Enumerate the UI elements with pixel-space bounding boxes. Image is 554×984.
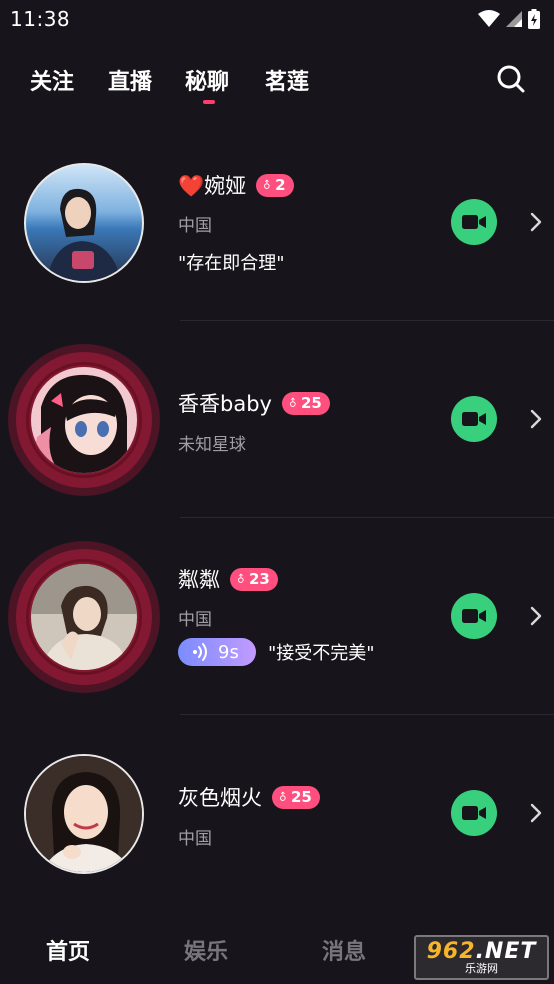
avatar[interactable] bbox=[31, 367, 137, 473]
video-call-button[interactable] bbox=[451, 593, 497, 639]
watermark-sub: 乐游网 bbox=[465, 961, 498, 975]
watermark-suffix: .NET bbox=[475, 938, 537, 964]
chevron-right-icon[interactable] bbox=[528, 408, 544, 430]
watermark-main: 962.NET bbox=[426, 938, 537, 964]
user-location: 中国 bbox=[178, 216, 212, 236]
top-tab-bar: 关注 直播 秘聊 茗莲 bbox=[0, 52, 554, 112]
avatar-photo bbox=[31, 564, 137, 670]
name-row: 粼粼 ♂ 23 bbox=[178, 564, 278, 594]
name-row: ❤️婉娅 ♂ 2 bbox=[178, 170, 294, 200]
voice-row: 9s "接受不完美" bbox=[178, 638, 375, 666]
status-bar: 11:38 bbox=[0, 0, 554, 38]
level-value: 25 bbox=[300, 394, 322, 412]
user-name: 灰色烟火 bbox=[178, 786, 262, 810]
video-camera-icon bbox=[462, 806, 486, 820]
user-location: 未知星球 bbox=[178, 435, 246, 455]
video-camera-icon bbox=[462, 215, 486, 229]
nav-home[interactable]: 首页 bbox=[46, 934, 90, 966]
video-call-button[interactable] bbox=[451, 790, 497, 836]
avatar-live-ring bbox=[8, 344, 160, 496]
watermark-logo: 962.NET 乐游网 bbox=[414, 935, 549, 980]
level-badge: ♂ 23 bbox=[230, 567, 278, 591]
user-name: ❤️婉娅 bbox=[178, 174, 247, 198]
user-name: 香香baby bbox=[178, 392, 272, 416]
gender-icon: ♂ bbox=[234, 571, 249, 587]
chevron-right-icon[interactable] bbox=[528, 802, 544, 824]
tab-minglian[interactable]: 茗莲 bbox=[265, 64, 309, 96]
name-row: 香香baby ♂ 25 bbox=[178, 388, 330, 418]
avatar[interactable] bbox=[24, 163, 144, 283]
search-icon[interactable] bbox=[496, 64, 526, 94]
avatar-photo bbox=[46, 188, 122, 281]
level-value: 2 bbox=[275, 176, 286, 194]
chevron-right-icon[interactable] bbox=[528, 211, 544, 233]
gender-icon: ♂ bbox=[286, 395, 301, 411]
user-signature: "接受不完美" bbox=[268, 643, 375, 664]
divider bbox=[180, 714, 554, 715]
divider bbox=[180, 320, 554, 321]
tab-follow[interactable]: 关注 bbox=[30, 64, 74, 96]
avatar[interactable] bbox=[24, 754, 144, 874]
list-item[interactable]: 灰色烟火 ♂ 25 中国 bbox=[0, 716, 554, 913]
sound-wave-icon bbox=[193, 643, 207, 661]
watermark-number: 962 bbox=[426, 938, 476, 964]
user-location: 中国 bbox=[178, 829, 212, 849]
user-name: 粼粼 bbox=[178, 568, 220, 592]
name-row: 灰色烟火 ♂ 25 bbox=[178, 782, 320, 812]
level-badge: ♂ 25 bbox=[281, 391, 330, 415]
avatar-photo bbox=[26, 756, 142, 872]
voice-duration: 9s bbox=[218, 641, 239, 663]
avatar-wrap bbox=[8, 147, 160, 299]
gender-icon: ♂ bbox=[276, 789, 291, 805]
level-value: 25 bbox=[290, 788, 312, 806]
list-item[interactable]: ❤️婉娅 ♂ 2 中国 "存在即合理" bbox=[0, 125, 554, 322]
list-item[interactable]: 粼粼 ♂ 23 中国 9s "接受不完美" bbox=[0, 519, 554, 716]
battery-charging-icon bbox=[528, 9, 540, 29]
level-badge: ♂ 2 bbox=[256, 173, 294, 197]
voice-message-button[interactable]: 9s bbox=[178, 638, 256, 666]
cell-signal-icon bbox=[506, 11, 522, 27]
list-item[interactable]: 香香baby ♂ 25 未知星球 bbox=[0, 322, 554, 519]
active-tab-indicator bbox=[203, 100, 215, 104]
tab-private-chat[interactable]: 秘聊 bbox=[185, 64, 229, 96]
gender-icon: ♂ bbox=[260, 177, 275, 193]
avatar-live-ring bbox=[8, 541, 160, 693]
avatar-photo bbox=[35, 374, 127, 473]
avatar[interactable] bbox=[31, 564, 137, 670]
video-call-button[interactable] bbox=[451, 396, 497, 442]
video-camera-icon bbox=[462, 609, 486, 623]
level-value: 23 bbox=[248, 570, 270, 588]
wifi-icon bbox=[478, 10, 500, 27]
level-badge: ♂ 25 bbox=[272, 785, 320, 809]
user-signature: "存在即合理" bbox=[178, 253, 285, 274]
user-location: 中国 bbox=[178, 610, 212, 630]
video-camera-icon bbox=[462, 412, 486, 426]
status-time: 11:38 bbox=[10, 7, 71, 31]
divider bbox=[180, 517, 554, 518]
tab-live[interactable]: 直播 bbox=[108, 64, 152, 96]
nav-messages[interactable]: 消息 bbox=[322, 934, 366, 966]
status-icons bbox=[478, 9, 540, 29]
nav-entertainment[interactable]: 娱乐 bbox=[184, 934, 228, 966]
video-call-button[interactable] bbox=[451, 199, 497, 245]
chevron-right-icon[interactable] bbox=[528, 605, 544, 627]
avatar-wrap bbox=[8, 738, 160, 890]
